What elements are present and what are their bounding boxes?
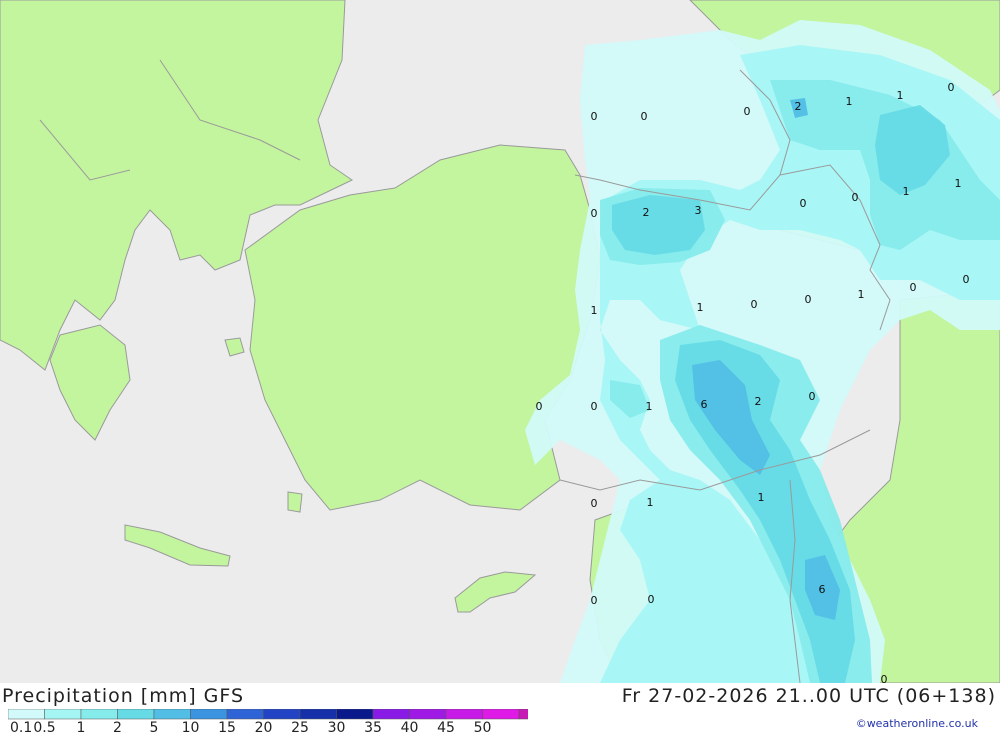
legend-label: 35	[364, 720, 382, 733]
map-value: 0	[744, 105, 751, 118]
legend-label: 45	[437, 720, 455, 733]
precip-2-zone	[612, 195, 705, 255]
credit-link[interactable]: ©weatheronline.co.uk	[856, 717, 978, 730]
map-value: 2	[795, 100, 802, 113]
map-value: 1	[647, 496, 654, 509]
map-value: 1	[697, 301, 704, 314]
map-value: 1	[903, 185, 910, 198]
map-value: 0	[591, 497, 598, 510]
map-value: 0	[591, 110, 598, 123]
legend-label: 50	[474, 720, 492, 733]
legend-swatch	[445, 709, 483, 720]
legend-swatch	[8, 709, 45, 720]
map-value: 3	[695, 204, 702, 217]
legend-label: 30	[328, 720, 346, 733]
map-value: 1	[646, 400, 653, 413]
legend-label: 0.1	[10, 720, 32, 733]
map-value: 0	[910, 281, 917, 294]
map-value: 1	[591, 304, 598, 317]
map-value: 1	[955, 177, 962, 190]
legend-swatch	[518, 709, 528, 720]
map-value: 0	[591, 594, 598, 607]
legend-swatch	[336, 709, 374, 720]
map-value: 0	[751, 298, 758, 311]
legend-swatch	[226, 709, 264, 720]
map-value: 0	[648, 593, 655, 606]
legend-label: 40	[401, 720, 419, 733]
map-value: 0	[800, 197, 807, 210]
map-value: 0	[948, 81, 955, 94]
map-value: 1	[846, 95, 853, 108]
map-value: 0	[591, 207, 598, 220]
legend-swatch	[153, 709, 191, 720]
map-value: 0	[591, 400, 598, 413]
legend-label: 15	[218, 720, 236, 733]
legend-label: 2	[113, 720, 122, 733]
legend-swatch	[80, 709, 118, 720]
map-value: 1	[758, 491, 765, 504]
legend-label: 20	[255, 720, 273, 733]
legend-swatch	[299, 709, 337, 720]
map-value: 0	[809, 390, 816, 403]
legend-swatch	[482, 709, 520, 720]
map-title: Precipitation [mm] GFS	[2, 685, 245, 707]
legend-swatch	[263, 709, 301, 720]
legend-swatch	[117, 709, 155, 720]
legend-swatch	[44, 709, 82, 720]
map-value: 1	[858, 288, 865, 301]
map-value: 0	[881, 673, 888, 683]
legend-swatch	[372, 709, 410, 720]
map-value: 6	[819, 583, 826, 596]
map-value: 2	[643, 206, 650, 219]
legend-label: 25	[291, 720, 309, 733]
precipitation-map: 0 0 0 2 1 1 0 0 2 3 0 0 1 1 1 1 0 0 1 0 …	[0, 0, 1000, 683]
map-value: 0	[852, 191, 859, 204]
map-value: 6	[701, 398, 708, 411]
land-rhodes	[287, 491, 303, 513]
forecast-datetime: Fr 27-02-2026 21..00 UTC (06+138)	[621, 685, 996, 707]
legend-label: 5	[150, 720, 159, 733]
map-value: 0	[805, 293, 812, 306]
color-scale-legend: 0.1 0.5 1 2 5 10 15 20 25 30 35 40 45 50	[8, 709, 528, 733]
legend-swatch	[409, 709, 447, 720]
map-value: 0	[963, 273, 970, 286]
legend-swatch	[190, 709, 228, 720]
legend-label: 0.5	[33, 720, 55, 733]
map-value: 0	[536, 400, 543, 413]
map-value: 2	[755, 395, 762, 408]
map-value: 0	[641, 110, 648, 123]
legend-label: 10	[182, 720, 200, 733]
footer: Precipitation [mm] GFS Fr 27-02-2026 21.…	[0, 683, 1000, 733]
legend-label: 1	[77, 720, 86, 733]
map-value: 1	[897, 89, 904, 102]
